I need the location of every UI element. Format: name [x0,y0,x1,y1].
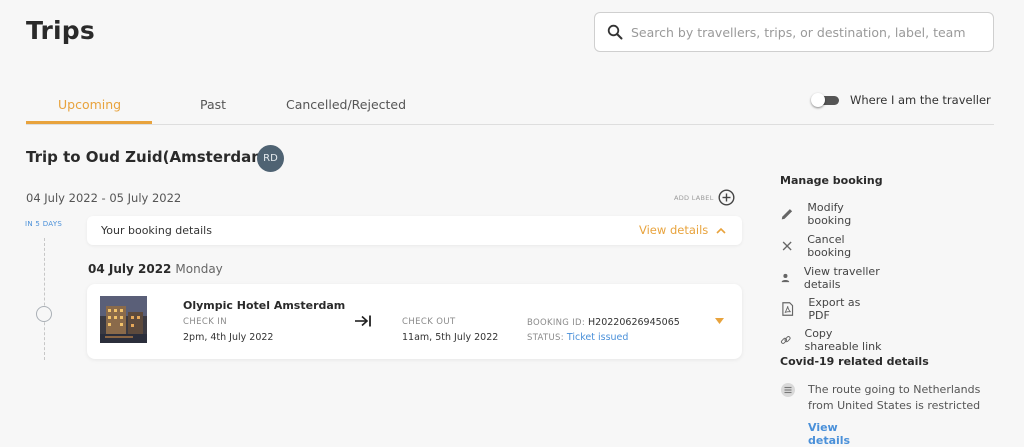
search-input[interactable] [631,24,981,40]
close-icon [782,241,792,251]
hotel-image [100,296,147,343]
add-circle-icon [718,189,735,206]
modify-booking-button[interactable]: Modify booking [780,201,883,227]
check-out-label: CHECK OUT [402,317,456,327]
check-out-value: 11am, 5th July 2022 [402,332,499,343]
view-details-toggle[interactable]: View details [639,223,726,237]
info-list-icon [781,383,795,397]
covid-restriction-text: The route going to Netherlands from Unit… [808,383,981,412]
day-weekday: Monday [175,262,223,276]
status-value: Ticket issued [566,332,629,343]
timeline-line [44,238,45,360]
traveller-toggle-label: Where I am the traveller [850,93,991,107]
avatar: RD [257,145,284,172]
view-details-label: View details [639,223,709,237]
hotel-name: Olympic Hotel Amsterdam [183,299,346,312]
hotel-booking-card[interactable]: Olympic Hotel Amsterdam CHECK IN 2pm, 4t… [87,284,742,359]
copy-shareable-link-button[interactable]: Copy shareable link [780,327,883,353]
check-in-value: 2pm, 4th July 2022 [183,332,274,343]
manage-booking-panel: Manage booking Modify booking Cancel boo… [780,174,980,447]
cancel-booking-label: Cancel booking [807,233,852,259]
booking-details-bar: Your booking details View details [87,216,742,245]
view-traveller-details-label: View traveller details [803,265,880,291]
search-box[interactable] [594,12,994,52]
timeline-node [36,306,52,322]
booking-id-label: BOOKING ID: [527,318,586,328]
covid-view-details-link[interactable]: View details [808,421,883,447]
status-label: STATUS: [527,333,564,343]
cancel-booking-button[interactable]: Cancel booking [780,233,883,259]
add-label-text: ADD LABEL [674,193,714,202]
tab-past[interactable]: Past [200,97,226,112]
pencil-icon [781,209,793,220]
active-tab-indicator [26,121,152,124]
booking-status: STATUS: Ticket issued [527,332,628,343]
copy-shareable-link-label: Copy shareable link [804,327,882,353]
modify-booking-label: Modify booking [807,201,852,227]
day-heading: 04 July 2022 Monday [88,262,223,276]
check-in-label: CHECK IN [183,317,227,327]
person-icon [781,273,790,283]
manage-booking-heading: Manage booking [780,174,883,187]
trip-date-range: 04 July 2022 - 05 July 2022 [26,191,182,205]
booking-id: BOOKING ID: H20220626945065 [527,317,680,328]
export-pdf-button[interactable]: Export as PDF [780,296,883,322]
days-until-badge: IN 5 DAYS [25,220,63,228]
pdf-icon [782,302,794,316]
day-date: 04 July 2022 [88,262,172,276]
chevron-up-icon [716,227,726,234]
page-title: Trips [26,16,95,45]
export-pdf-label: Export as PDF [808,296,861,322]
booking-id-value: H20220626945065 [588,317,680,328]
link-icon [780,336,791,344]
search-icon [607,24,623,40]
tab-cancelled-rejected[interactable]: Cancelled/Rejected [286,97,406,112]
trip-title: Trip to Oud Zuid(Amsterdam) [26,148,274,166]
booking-details-label: Your booking details [101,224,212,237]
add-label-button[interactable]: ADD LABEL [674,189,735,206]
arrow-to-checkout-icon [355,315,371,327]
traveller-toggle[interactable] [811,93,839,107]
tab-upcoming[interactable]: Upcoming [58,97,121,112]
covid-heading: Covid-19 related details [780,355,929,368]
traveller-filter: Where I am the traveller [811,93,991,107]
view-traveller-details-button[interactable]: View traveller details [780,265,883,291]
caret-down-icon[interactable] [715,318,724,324]
